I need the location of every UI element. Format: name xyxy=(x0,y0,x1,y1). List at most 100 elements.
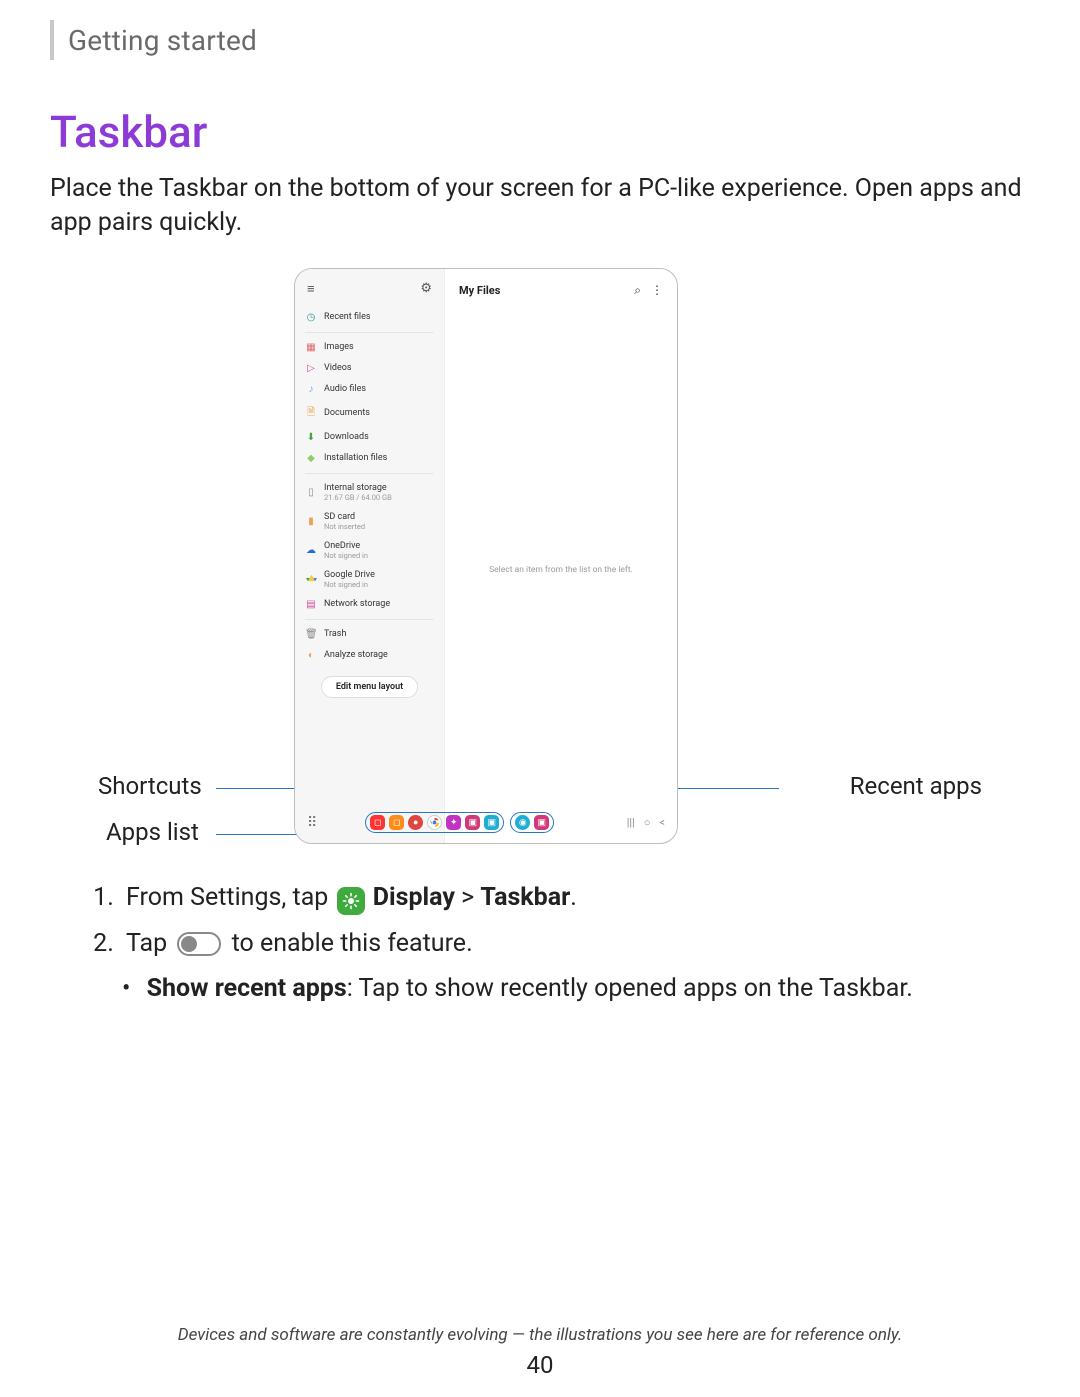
sub-bullet-list: Show recent apps: Tap to show recently o… xyxy=(50,970,1030,1009)
figure: Shortcuts Apps list Recent apps ≡ ⚙ ◷ Re… xyxy=(50,268,1030,868)
display-settings-icon xyxy=(337,887,365,915)
gdrive-icon xyxy=(305,572,317,586)
sb-gdrive[interactable]: Google Drive Not signed in xyxy=(295,565,444,594)
phone-icon: ▯ xyxy=(305,487,317,498)
divider xyxy=(305,619,434,620)
sb-label: Documents xyxy=(324,408,370,418)
app-icon[interactable]: ◻ xyxy=(370,815,385,830)
edit-menu-layout-button[interactable]: Edit menu layout xyxy=(321,676,418,698)
steps-list: From Settings, tap Display > Taskbar. Ta… xyxy=(50,878,1030,964)
sb-sdcard[interactable]: ▮ SD card Not inserted xyxy=(295,507,444,536)
app-icon[interactable]: ▣ xyxy=(534,815,549,830)
back-nav-icon[interactable]: < xyxy=(659,816,665,829)
step-2: Tap to enable this feature. xyxy=(120,924,1030,964)
divider xyxy=(305,473,434,474)
sb-label: Internal storage 21.67 GB / 64.00 GB xyxy=(324,483,392,502)
sb-documents[interactable]: 🗎 Documents xyxy=(295,400,444,427)
sb-network[interactable]: ▤ Network storage xyxy=(295,594,444,615)
chrome-icon[interactable] xyxy=(427,815,442,830)
apk-icon: ◆ xyxy=(305,453,317,464)
sb-label: Trash xyxy=(324,629,346,639)
nav-buttons: ||| ○ < xyxy=(627,816,665,829)
breadcrumb-row: Getting started xyxy=(50,20,1030,60)
app-icon[interactable]: ▣ xyxy=(465,815,480,830)
sb-audio[interactable]: ♪ Audio files xyxy=(295,379,444,400)
hamburger-icon[interactable]: ≡ xyxy=(307,281,315,297)
main-toolbar-icons: ⌕ ⋮ xyxy=(634,283,663,298)
step-text: From Settings, tap xyxy=(126,883,328,912)
clock-icon: ◷ xyxy=(305,312,317,323)
sb-label: Google Drive Not signed in xyxy=(324,570,375,589)
bullet-title: Show recent apps xyxy=(147,974,347,1003)
sb-trash[interactable]: 🗑 Trash xyxy=(295,624,444,645)
app-icon[interactable]: ▣ xyxy=(484,815,499,830)
sb-label: Images xyxy=(324,342,354,352)
network-icon: ▤ xyxy=(305,599,317,610)
sb-label: Downloads xyxy=(324,432,369,442)
sb-onedrive[interactable]: ☁ OneDrive Not signed in xyxy=(295,536,444,565)
sb-internal[interactable]: ▯ Internal storage 21.67 GB / 64.00 GB xyxy=(295,478,444,507)
breadcrumb-bar xyxy=(50,20,54,60)
files-main: My Files ⌕ ⋮ Select an item from the lis… xyxy=(445,269,677,843)
toggle-icon xyxy=(177,932,221,956)
sb-recent-files[interactable]: ◷ Recent files xyxy=(295,307,444,328)
analyze-icon: ◐ xyxy=(305,650,317,661)
divider xyxy=(305,332,434,333)
sb-installation[interactable]: ◆ Installation files xyxy=(295,448,444,469)
bullet-text: : Tap to show recently opened apps on th… xyxy=(347,974,913,1003)
doc-icon: 🗎 xyxy=(305,405,317,422)
my-files-title: My Files xyxy=(459,284,500,297)
sb-analyze[interactable]: ◐Analyze storage xyxy=(295,645,444,666)
app-icon[interactable]: ✦ xyxy=(446,815,461,830)
lead-paragraph: Place the Taskbar on the bottom of your … xyxy=(50,172,1030,240)
device-mock: ≡ ⚙ ◷ Recent files ▦ Images ▷Videos ♪ Audi… xyxy=(294,268,678,844)
callout-recent-apps: Recent apps xyxy=(850,772,982,800)
step-text: to enable this feature. xyxy=(232,929,473,958)
step-sep: > xyxy=(461,883,474,912)
sb-videos[interactable]: ▷Videos xyxy=(295,358,444,379)
taskbar: ⠿ ◻ ◻ ● ✦ ▣ ▣ ◉ ▣ ||| xyxy=(301,809,671,837)
step-text: Tap xyxy=(126,929,167,958)
sb-subtext: Not signed in xyxy=(324,551,368,560)
sidebar-toolbar: ≡ ⚙ xyxy=(295,277,444,307)
trash-icon: 🗑 xyxy=(305,629,317,640)
taskbar-shortcuts-group: ◻ ◻ ● ✦ ▣ ▣ xyxy=(365,812,504,833)
app-icon[interactable]: ◉ xyxy=(515,815,530,830)
sb-text: SD card xyxy=(324,512,355,522)
settings-icon[interactable]: ⚙ xyxy=(420,281,432,297)
sub-bullet: Show recent apps: Tap to show recently o… xyxy=(122,970,1030,1009)
search-icon[interactable]: ⌕ xyxy=(634,283,641,298)
download-icon: ⬇ xyxy=(305,432,317,443)
callout-apps-list: Apps list xyxy=(106,818,199,846)
taskbar-recent-group: ◉ ▣ xyxy=(510,812,554,833)
sb-subtext: Not signed in xyxy=(324,580,375,589)
step-1: From Settings, tap Display > Taskbar. xyxy=(120,878,1030,918)
callout-shortcuts: Shortcuts xyxy=(98,772,202,800)
step-display: Display xyxy=(373,883,455,912)
recents-nav-icon[interactable]: ||| xyxy=(627,816,635,829)
sb-text: OneDrive xyxy=(324,541,360,551)
app-icon[interactable]: ● xyxy=(408,815,423,830)
sb-label: Videos xyxy=(324,363,352,373)
sd-icon: ▮ xyxy=(305,516,317,527)
sb-label: OneDrive Not signed in xyxy=(324,541,368,560)
more-icon[interactable]: ⋮ xyxy=(651,283,663,298)
audio-icon: ♪ xyxy=(305,384,317,395)
files-sidebar: ≡ ⚙ ◷ Recent files ▦ Images ▷Videos ♪ Audi… xyxy=(295,269,445,843)
sb-downloads[interactable]: ⬇ Downloads xyxy=(295,427,444,448)
apps-list-icon[interactable]: ⠿ xyxy=(307,815,317,831)
home-nav-icon[interactable]: ○ xyxy=(644,816,651,829)
sb-label: Recent files xyxy=(324,312,371,322)
sb-label: Audio files xyxy=(324,384,366,394)
image-icon: ▦ xyxy=(305,342,317,353)
sb-text: Internal storage xyxy=(324,483,387,493)
onedrive-icon: ☁ xyxy=(305,545,317,556)
sb-images[interactable]: ▦ Images xyxy=(295,337,444,358)
footnote: Devices and software are constantly evol… xyxy=(0,1325,1080,1345)
sb-subtext: 21.67 GB / 64.00 GB xyxy=(324,493,392,502)
main-body: Select an item from the list on the left… xyxy=(445,298,677,843)
sb-label: Installation files xyxy=(324,453,387,463)
sb-label: Network storage xyxy=(324,599,390,609)
app-icon[interactable]: ◻ xyxy=(389,815,404,830)
sb-text: Google Drive xyxy=(324,570,375,580)
